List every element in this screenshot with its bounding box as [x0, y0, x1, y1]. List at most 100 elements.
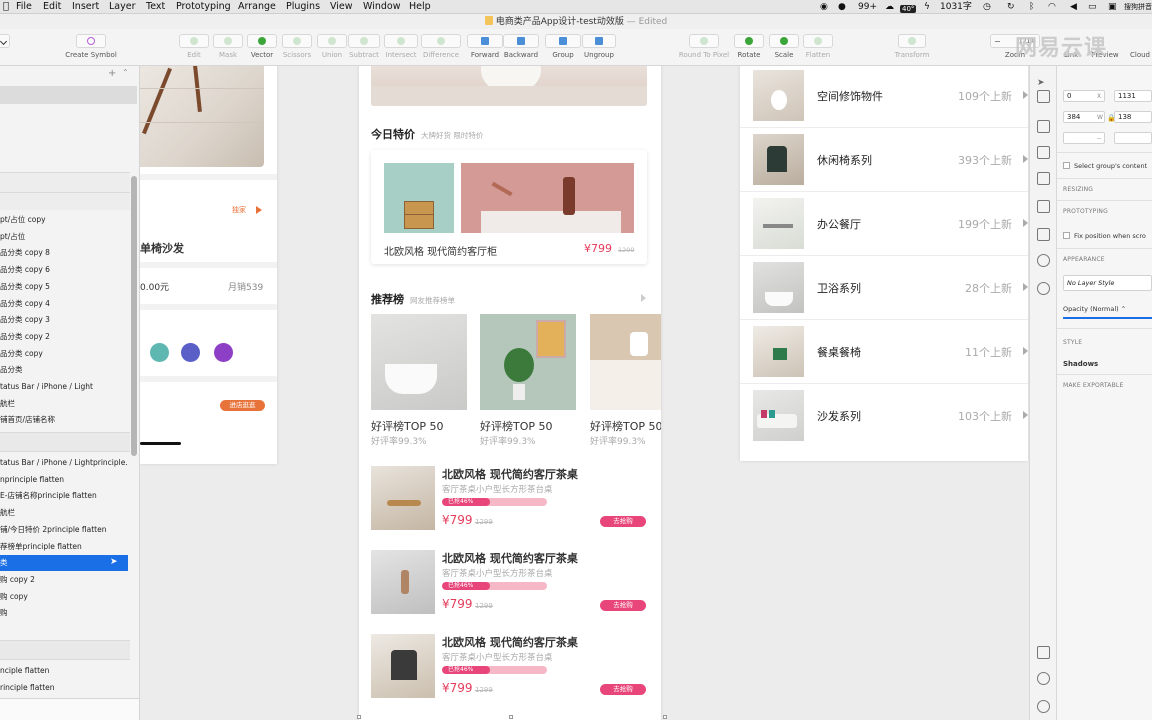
- zoom-out-icon[interactable]: −: [994, 37, 1001, 46]
- category-item[interactable]: 休闲椅系列 393个上新: [740, 128, 1028, 192]
- menu-plugins[interactable]: Plugins: [286, 0, 320, 14]
- grab-button[interactable]: 去抢购: [600, 600, 646, 611]
- menu-insert[interactable]: Insert: [72, 0, 99, 14]
- canvas[interactable]: 独家 单椅沙发 0.00元 月销539 进店逛逛 今日特价大牌好货 限时特价: [140, 66, 1029, 720]
- chevron-right-icon[interactable]: [1023, 347, 1028, 355]
- color-swatch-purple[interactable]: [214, 343, 233, 362]
- chevron-right-icon[interactable]: [1023, 155, 1028, 163]
- menu-arrange[interactable]: Arrange: [238, 0, 276, 14]
- color-swatch-teal[interactable]: [150, 343, 169, 362]
- artboard-row[interactable]: [0, 192, 130, 210]
- help-icon[interactable]: [1037, 672, 1050, 685]
- edit-button[interactable]: Edit: [179, 34, 209, 59]
- vector-button[interactable]: Vector: [247, 34, 277, 59]
- menu-view[interactable]: View: [330, 0, 353, 14]
- layer-row[interactable]: tatus Bar / iPhone / Light: [0, 379, 128, 395]
- category-item[interactable]: 空间修饰物件 109个上新: [740, 66, 1028, 128]
- layer-row[interactable]: 品分类 copy: [0, 346, 128, 362]
- layer-row[interactable]: E-店铺名称principle flatten: [0, 488, 128, 504]
- layer-style-dropdown[interactable]: No Layer Style: [1063, 275, 1152, 291]
- layer-row[interactable]: 品分类 copy 4: [0, 296, 128, 312]
- input-method-icon[interactable]: ▣: [1108, 0, 1117, 14]
- mask-button[interactable]: Mask: [213, 34, 243, 59]
- bluetooth-icon[interactable]: ᛒ: [1029, 0, 1034, 14]
- subtract-button[interactable]: Subtract: [348, 34, 380, 59]
- layer-row[interactable]: 品分类 copy 6: [0, 262, 128, 278]
- layer-row[interactable]: 品分类: [0, 362, 128, 378]
- layer-row[interactable]: 品分类 copy 2: [0, 329, 128, 345]
- share-icon[interactable]: [1037, 90, 1050, 103]
- artboard-categories[interactable]: 空间修饰物件 109个上新 休闲椅系列 393个上新 办公餐厅 199个上新 卫浴系列…: [740, 66, 1028, 461]
- flip-field[interactable]: [1114, 132, 1152, 144]
- layer-row[interactable]: 品分类 copy 5: [0, 279, 128, 295]
- transform-button[interactable]: Transform: [890, 34, 934, 59]
- add-page-icon[interactable]: +: [108, 68, 116, 79]
- chevron-right-icon[interactable]: [1023, 91, 1028, 99]
- resize-handle[interactable]: [357, 715, 361, 719]
- select-group-checkbox[interactable]: Select group's content: [1063, 162, 1147, 170]
- layer-row[interactable]: 购 copy: [0, 589, 128, 605]
- category-item[interactable]: 卫浴系列 28个上新: [740, 256, 1028, 320]
- layer-row[interactable]: 航栏: [0, 505, 128, 521]
- layer-row[interactable]: nprinciple flatten: [0, 472, 128, 488]
- category-item[interactable]: 办公餐厅 199个上新: [740, 192, 1028, 256]
- grab-button[interactable]: 去抢购: [600, 684, 646, 695]
- resize-handle[interactable]: [509, 715, 513, 719]
- opacity-dropdown[interactable]: Opacity (Normal) ⌃: [1063, 305, 1126, 313]
- layer-row[interactable]: pt/占位 copy: [0, 212, 128, 228]
- menu-edit[interactable]: Edit: [43, 0, 61, 14]
- create-symbol-button[interactable]: Create Symbol: [62, 34, 120, 59]
- flatten-button[interactable]: Flatten: [803, 34, 833, 59]
- layer-row[interactable]: 航栏: [0, 396, 128, 412]
- menu-prototyping[interactable]: Prototyping: [176, 0, 231, 14]
- recommend-more-icon[interactable]: [641, 294, 646, 302]
- layout-icon[interactable]: [1037, 172, 1050, 185]
- history-icon[interactable]: ↻: [1007, 0, 1015, 14]
- layer-row[interactable]: 购 copy 2: [0, 572, 128, 588]
- height-field[interactable]: 138: [1114, 111, 1152, 123]
- layer-row[interactable]: tatus Bar / iPhone / Lightprinciple...: [0, 455, 128, 471]
- grab-button[interactable]: 去抢购: [600, 516, 646, 527]
- menu-text[interactable]: Text: [146, 0, 165, 14]
- color-swatch-blue[interactable]: [181, 343, 200, 362]
- page-item-selected[interactable]: [0, 86, 137, 104]
- lightning-icon[interactable]: ϟ: [924, 0, 930, 14]
- gear-icon[interactable]: [1037, 700, 1050, 713]
- category-item[interactable]: 餐桌餐椅 11个上新: [740, 320, 1028, 384]
- layers-scrollbar[interactable]: [131, 176, 137, 456]
- chart-pie-icon[interactable]: [1037, 282, 1050, 295]
- layer-row[interactable]: rinciple flatten: [0, 680, 128, 696]
- resize-handle[interactable]: [663, 715, 667, 719]
- dining-table-photo[interactable]: [590, 314, 661, 410]
- menu-layer[interactable]: Layer: [109, 0, 136, 14]
- record-icon[interactable]: ◉: [820, 0, 828, 14]
- artboard-shop-home[interactable]: 今日特价 大牌好货 限时特价 北欧风格 现代简约客厅柜 ¥799 1299 推荐榜…: [359, 66, 661, 720]
- union-button[interactable]: Union: [317, 34, 347, 59]
- scale-button[interactable]: Scale: [769, 34, 799, 59]
- chevron-right-icon[interactable]: [1023, 283, 1028, 291]
- backward-button[interactable]: Backward: [503, 34, 539, 59]
- layer-row[interactable]: 品分类 copy 3: [0, 312, 128, 328]
- layer-row[interactable]: 铺/今日特价 2principle flatten: [0, 522, 128, 538]
- settings-icon[interactable]: [1037, 228, 1050, 241]
- today-special-card[interactable]: 北欧风格 现代简约客厅柜 ¥799 1299: [371, 150, 647, 264]
- play-arrow-icon[interactable]: [256, 206, 262, 214]
- round-to-pixel-button[interactable]: Round To Pixel: [676, 34, 732, 59]
- wechat-icon[interactable]: ●: [838, 0, 846, 14]
- select-arrow-icon[interactable]: ➤: [1037, 70, 1050, 88]
- layer-row[interactable]: 类: [0, 555, 128, 572]
- palette-icon[interactable]: [1037, 254, 1050, 267]
- layer-row[interactable]: nciple flatten: [0, 663, 128, 679]
- artboard-shop-detail[interactable]: 独家 单椅沙发 0.00元 月销539 进店逛逛: [140, 66, 277, 464]
- layer-row[interactable]: 品分类 copy 8: [0, 245, 128, 261]
- wifi-icon[interactable]: ◠: [1048, 0, 1056, 14]
- enter-shop-button[interactable]: 进店逛逛: [220, 400, 265, 411]
- fix-position-checkbox[interactable]: Fix position when scro: [1063, 232, 1146, 240]
- group-button[interactable]: Group: [545, 34, 581, 59]
- menu-help[interactable]: Help: [409, 0, 431, 14]
- library-icon[interactable]: [1037, 146, 1050, 159]
- bathtub-photo[interactable]: [371, 314, 467, 410]
- apple-menu-icon[interactable]: : [3, 0, 9, 14]
- chevron-right-icon[interactable]: [1023, 411, 1028, 419]
- rotate-button[interactable]: Rotate: [734, 34, 764, 59]
